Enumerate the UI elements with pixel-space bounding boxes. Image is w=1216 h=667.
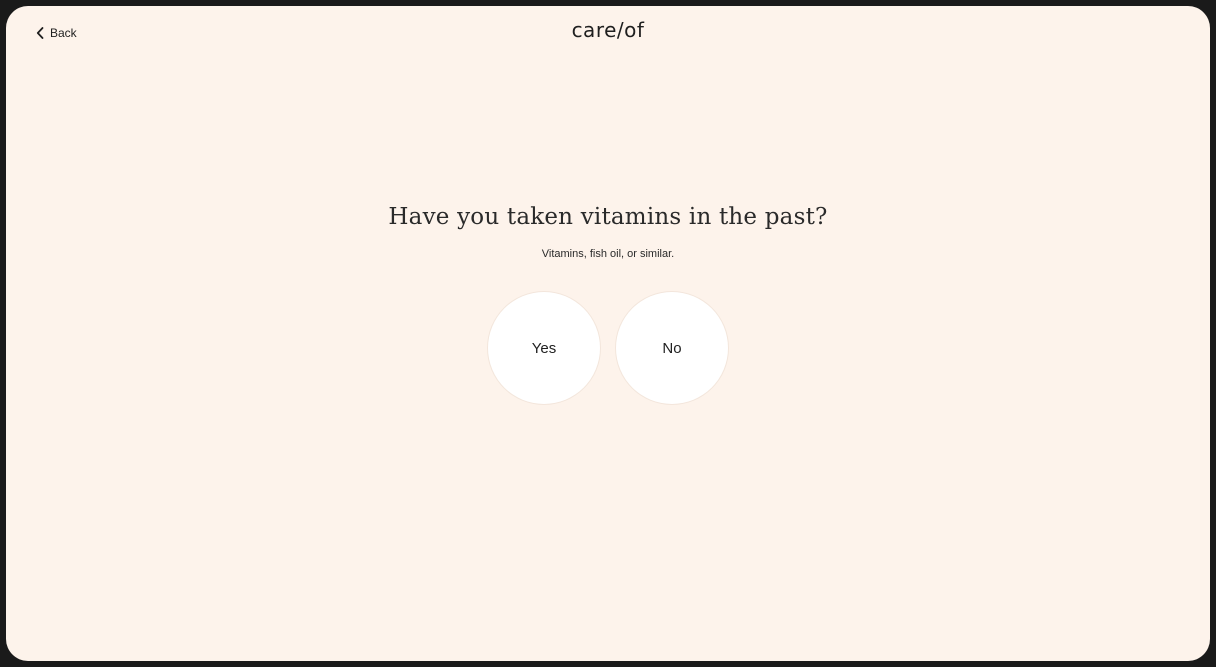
question-title: Have you taken vitamins in the past? [388, 204, 828, 230]
device-frame: Back care/of Have you taken vitamins in … [0, 0, 1216, 667]
answer-options: Yes No [6, 292, 1210, 404]
question-subtitle: Vitamins, fish oil, or similar. [541, 248, 675, 260]
brand-logo: care/of [571, 18, 645, 42]
no-button[interactable]: No [616, 292, 728, 404]
yes-button[interactable]: Yes [488, 292, 600, 404]
quiz-screen: Back care/of Have you taken vitamins in … [6, 6, 1210, 661]
no-label: No [662, 339, 682, 357]
yes-label: Yes [531, 339, 557, 357]
